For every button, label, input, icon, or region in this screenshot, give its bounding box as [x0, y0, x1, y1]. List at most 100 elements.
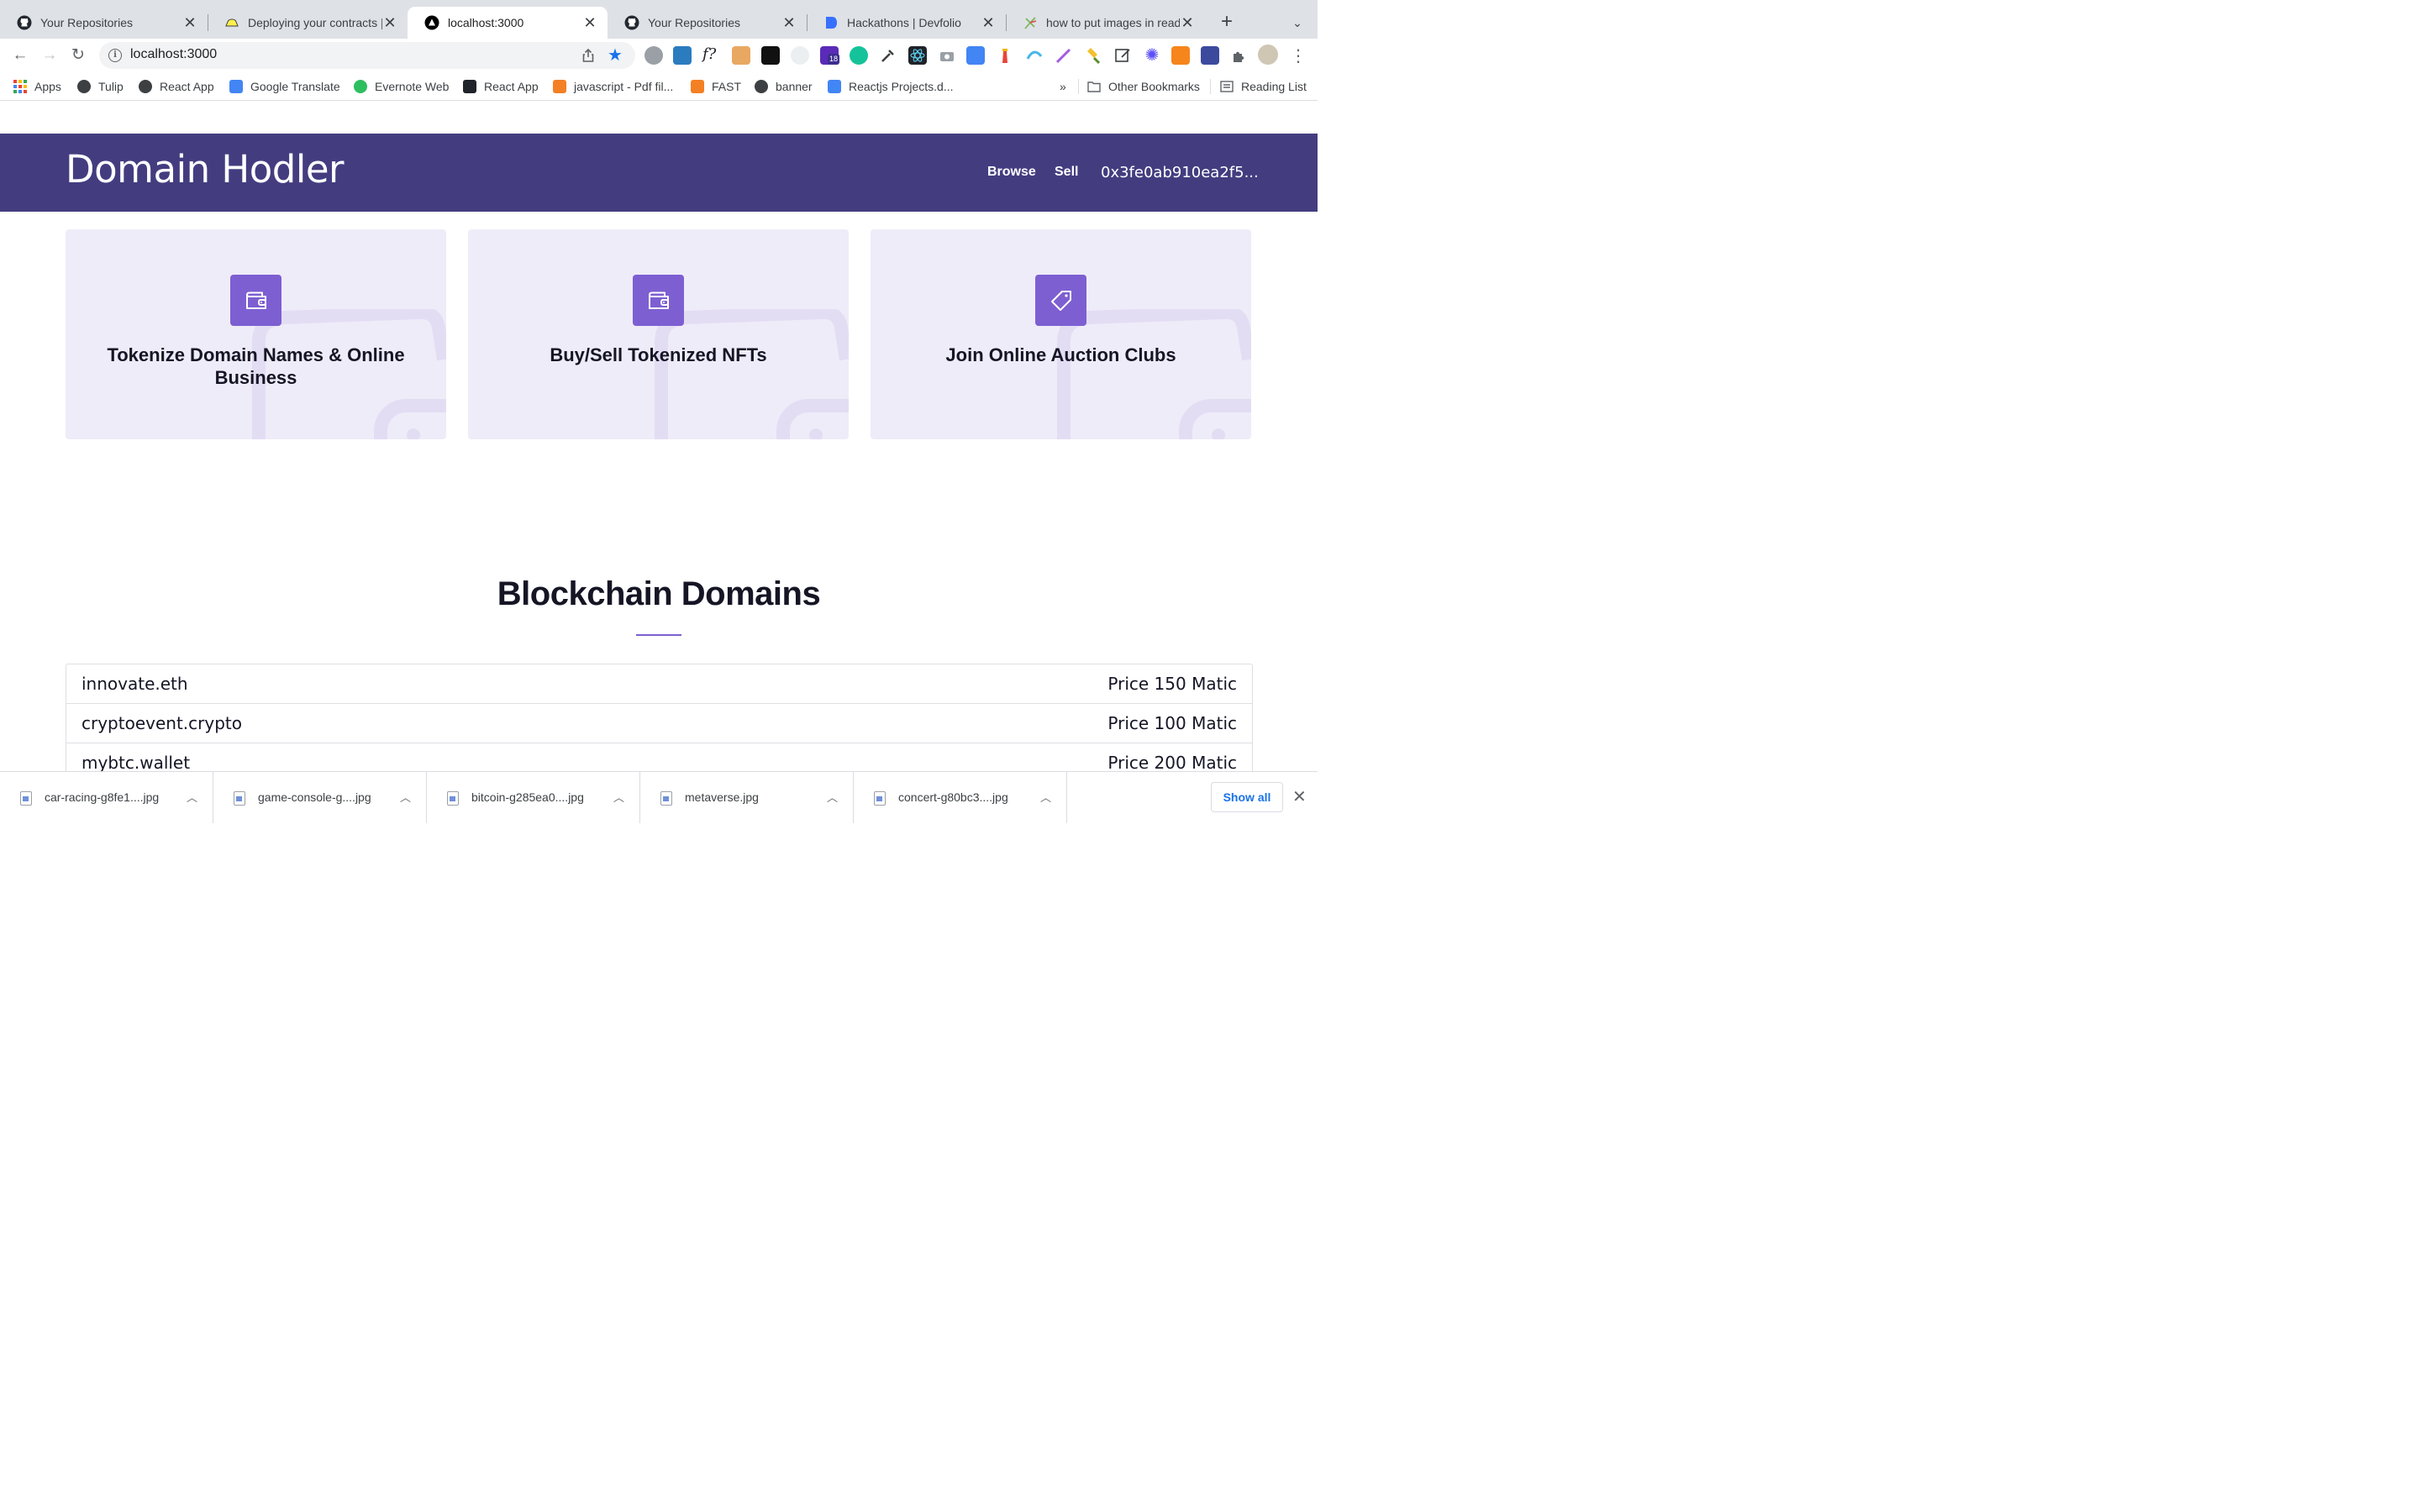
- close-icon[interactable]: ✕: [1292, 786, 1307, 807]
- profile-avatar[interactable]: [1258, 45, 1278, 65]
- image-file-icon: [20, 791, 32, 806]
- bookmark-apps[interactable]: Apps: [13, 78, 61, 95]
- address-bar[interactable]: i localhost:3000 ★: [99, 42, 635, 69]
- extensions-puzzle-icon[interactable]: [1229, 46, 1248, 65]
- pen-extension-icon[interactable]: [1055, 46, 1073, 65]
- react-devtools-extension-icon[interactable]: [908, 46, 927, 65]
- cleaner-extension-icon[interactable]: [1084, 46, 1102, 65]
- bookmark-tulip[interactable]: Tulip: [77, 78, 124, 95]
- sparkle-extension-icon[interactable]: ✺: [1143, 46, 1161, 65]
- bookmark-banner[interactable]: banner: [755, 78, 813, 95]
- hardhat-icon: [224, 15, 239, 30]
- stackoverflow-icon: [691, 80, 704, 93]
- nav-sell-link[interactable]: Sell: [1055, 165, 1078, 180]
- edit-extension-icon[interactable]: [1113, 46, 1132, 65]
- bookmark-evernote[interactable]: Evernote Web: [354, 78, 449, 95]
- domain-name[interactable]: innovate.eth: [82, 674, 188, 694]
- bookmark-reactjs-projects[interactable]: Reactjs Projects.d...: [828, 78, 954, 95]
- url-text[interactable]: localhost:3000: [130, 47, 217, 62]
- bookmark-label: Reading List: [1241, 80, 1307, 93]
- download-item[interactable]: metaverse.jpg ︿: [640, 772, 854, 823]
- feature-card: Tokenize Domain Names & Online Business: [66, 229, 446, 439]
- apps-grid-icon: [13, 80, 27, 93]
- nav-browse-link[interactable]: Browse: [987, 165, 1036, 180]
- bookmark-label: React App: [160, 80, 214, 93]
- folder-icon: [1087, 80, 1101, 93]
- bookmark-pdf-file[interactable]: javascript - Pdf fil...: [553, 78, 673, 95]
- globe-extension-icon[interactable]: [644, 46, 663, 65]
- feature-card: Buy/Sell Tokenized NFTs: [468, 229, 849, 439]
- domain-price: Price 150 Matic: [1107, 674, 1237, 694]
- new-tab-button[interactable]: +: [1216, 12, 1238, 34]
- camera-extension-icon[interactable]: [938, 46, 956, 65]
- google-translate-extension-icon[interactable]: [966, 46, 985, 65]
- chevron-up-icon[interactable]: ︿: [613, 789, 624, 805]
- close-tab-icon[interactable]: ✕: [1180, 14, 1195, 32]
- domain-row[interactable]: cryptoevent.crypto Price 100 Matic: [66, 704, 1252, 743]
- reload-icon[interactable]: ↻: [67, 45, 89, 66]
- close-tab-icon[interactable]: ✕: [582, 14, 597, 32]
- tab-devfolio[interactable]: Hackathons | Devfolio ✕: [807, 7, 1007, 39]
- reading-list-button[interactable]: Reading List: [1220, 78, 1307, 95]
- back-icon[interactable]: ←: [9, 45, 31, 66]
- eyedropper-extension-icon[interactable]: [879, 46, 897, 65]
- grad-extension-icon[interactable]: 18: [820, 46, 840, 65]
- stylus-extension-icon[interactable]: [673, 46, 692, 65]
- tab-search-button[interactable]: ⌄: [1287, 12, 1307, 32]
- bookmark-fast[interactable]: FAST: [691, 78, 741, 95]
- domain-row[interactable]: innovate.eth Price 150 Matic: [66, 664, 1252, 704]
- site-logo-text[interactable]: Domain Hodler: [66, 147, 345, 192]
- share-icon[interactable]: [580, 47, 597, 64]
- bookmark-react-app[interactable]: React App: [139, 78, 214, 95]
- clipper-extension-icon[interactable]: [1201, 46, 1219, 65]
- close-tab-icon[interactable]: ✕: [981, 14, 996, 32]
- site-info-icon[interactable]: i: [108, 49, 122, 62]
- download-item[interactable]: car-racing-g8fe1....jpg ︿: [0, 772, 213, 823]
- download-filename: bitcoin-g285ea0....jpg: [471, 790, 584, 804]
- font-finder-extension-icon[interactable]: f?: [702, 46, 721, 65]
- other-bookmarks-folder[interactable]: Other Bookmarks: [1087, 78, 1200, 95]
- tab-your-repositories[interactable]: Your Repositories ✕: [0, 7, 208, 39]
- tab-your-repositories-2[interactable]: Your Repositories ✕: [608, 7, 808, 39]
- download-item[interactable]: bitcoin-g285ea0....jpg ︿: [427, 772, 640, 823]
- bookmark-star-icon[interactable]: ★: [608, 45, 623, 66]
- download-item[interactable]: concert-g80bc3....jpg ︿: [854, 772, 1067, 823]
- section-divider: [636, 634, 681, 636]
- domain-row[interactable]: mybtc.wallet Price 200 Matic: [66, 743, 1252, 771]
- reading-list-icon: [1220, 80, 1234, 93]
- wallet-icon: [230, 275, 281, 326]
- bookmark-react-app-2[interactable]: React App: [463, 78, 539, 95]
- google-translate-icon: [229, 80, 243, 93]
- forward-icon[interactable]: →: [39, 45, 60, 66]
- chevron-up-icon[interactable]: ︿: [827, 789, 838, 805]
- close-tab-icon[interactable]: ✕: [781, 14, 797, 32]
- more-bookmarks-button[interactable]: »: [1060, 78, 1066, 95]
- metamask-extension-icon[interactable]: [1171, 46, 1190, 65]
- wappalyzer-extension-icon[interactable]: [791, 46, 809, 65]
- domain-name[interactable]: cryptoevent.crypto: [82, 713, 242, 733]
- chevron-up-icon[interactable]: ︿: [187, 789, 197, 805]
- show-all-downloads-button[interactable]: Show all: [1211, 782, 1283, 812]
- close-tab-icon[interactable]: ✕: [382, 14, 397, 32]
- tab-deploying-contracts[interactable]: Deploying your contracts | P ✕: [208, 7, 408, 39]
- grammarly-extension-icon[interactable]: [850, 46, 868, 65]
- tab-title: Hackathons | Devfolio: [847, 16, 961, 29]
- domain-name[interactable]: mybtc.wallet: [82, 753, 190, 771]
- close-tab-icon[interactable]: ✕: [182, 14, 197, 32]
- xpath-extension-icon[interactable]: [761, 46, 780, 65]
- stackoverflow-icon: [1023, 15, 1038, 30]
- tab-localhost[interactable]: localhost:3000 ✕: [408, 7, 608, 39]
- bookmarks-bar: Apps Tulip React App Google Translate Ev…: [0, 72, 1318, 101]
- chrome-menu-icon[interactable]: ⋮: [1290, 45, 1307, 66]
- wave-extension-icon[interactable]: [1025, 46, 1044, 65]
- download-item[interactable]: game-console-g....jpg ︿: [213, 772, 427, 823]
- chevron-up-icon[interactable]: ︿: [1040, 789, 1051, 805]
- lighthouse-extension-icon[interactable]: [996, 46, 1014, 65]
- image-file-icon: [660, 791, 672, 806]
- chevron-up-icon[interactable]: ︿: [400, 789, 411, 805]
- bookmark-google-translate[interactable]: Google Translate: [229, 78, 340, 95]
- wallet-address[interactable]: 0x3fe0ab910ea2f5...: [1101, 164, 1259, 181]
- ruler-extension-icon[interactable]: [732, 46, 750, 65]
- tab-stackoverflow[interactable]: how to put images in readm ✕: [1006, 7, 1205, 39]
- devfolio-icon: [823, 15, 839, 30]
